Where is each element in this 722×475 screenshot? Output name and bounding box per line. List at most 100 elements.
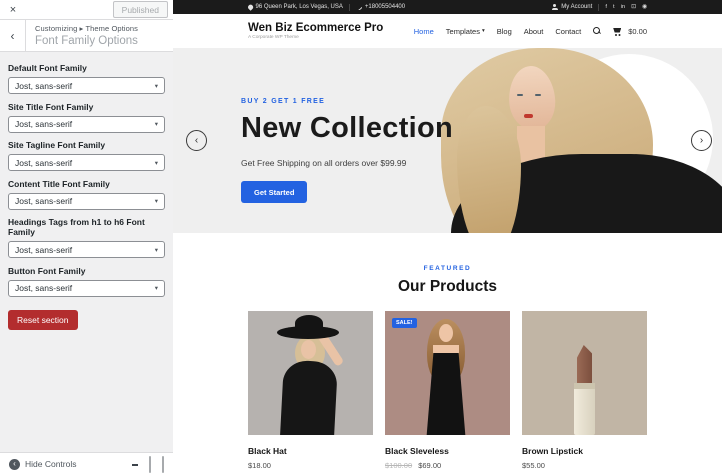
hero-content: BUY 2 GET 1 FREE New Collection Get Free… bbox=[241, 98, 453, 203]
collapse-icon: ‹ bbox=[9, 459, 20, 470]
product-price: $55.00 bbox=[522, 461, 647, 470]
site-branding[interactable]: Wen Biz Ecommerce Pro A Corporate WP The… bbox=[248, 22, 383, 41]
site-title: Wen Biz Ecommerce Pro bbox=[248, 22, 383, 34]
divider bbox=[598, 4, 599, 11]
phone-number[interactable]: +18005504400 bbox=[356, 4, 405, 10]
nav-blog[interactable]: Blog bbox=[497, 27, 512, 36]
chevron-down-icon: ▾ bbox=[155, 246, 158, 254]
nav-templates[interactable]: Templates ▾ bbox=[446, 27, 485, 36]
tablet-icon bbox=[149, 456, 151, 473]
site-preview: 96 Queen Park, Los Vegas, USA +180055044… bbox=[173, 0, 722, 475]
close-customizer-button[interactable]: × bbox=[0, 0, 26, 19]
product-name[interactable]: Black Hat bbox=[248, 446, 373, 456]
nav-contact[interactable]: Contact bbox=[555, 27, 581, 36]
hide-controls-label: Hide Controls bbox=[25, 459, 77, 469]
instagram-icon[interactable]: ⊡ bbox=[631, 4, 636, 10]
control-label: Headings Tags from h1 to h6 Font Family bbox=[8, 217, 165, 237]
product-price: $100.00 $69.00 bbox=[385, 461, 510, 470]
address: 96 Queen Park, Los Vegas, USA bbox=[248, 4, 343, 10]
phone-icon bbox=[355, 3, 363, 11]
search-icon[interactable] bbox=[593, 27, 601, 35]
controls-panel: Default Font Family Jost, sans-serif ▾ S… bbox=[0, 52, 173, 330]
control-button-font: Button Font Family Jost, sans-serif ▾ bbox=[8, 266, 165, 297]
select-value: Jost, sans-serif bbox=[15, 283, 72, 293]
product-name[interactable]: Brown Lipstick bbox=[522, 446, 647, 456]
facebook-icon[interactable]: f bbox=[605, 4, 607, 10]
carousel-next-button[interactable]: › bbox=[691, 130, 712, 151]
control-label: Default Font Family bbox=[8, 63, 165, 73]
cart-icon[interactable] bbox=[613, 27, 622, 35]
site-topbar: 96 Queen Park, Los Vegas, USA +180055044… bbox=[173, 0, 722, 14]
nav-about[interactable]: About bbox=[524, 27, 544, 36]
device-tablet-button[interactable] bbox=[149, 457, 151, 472]
my-account-link[interactable]: My Account bbox=[551, 4, 592, 10]
site-header: Wen Biz Ecommerce Pro A Corporate WP The… bbox=[173, 14, 722, 48]
product-old-price: $100.00 bbox=[385, 461, 412, 470]
cart-total[interactable]: $0.00 bbox=[628, 27, 647, 36]
control-site-title-font: Site Title Font Family Jost, sans-serif … bbox=[8, 102, 165, 133]
site-title-font-select[interactable]: Jost, sans-serif ▾ bbox=[8, 116, 165, 133]
products-section: FEATURED Our Products Black Hat $18.00 bbox=[173, 233, 722, 470]
nav-home[interactable]: Home bbox=[414, 27, 434, 36]
twitter-icon[interactable]: t bbox=[613, 4, 615, 10]
tagline-font-select[interactable]: Jost, sans-serif ▾ bbox=[8, 154, 165, 171]
device-mobile-button[interactable] bbox=[162, 457, 164, 472]
control-content-title-font: Content Title Font Family Jost, sans-ser… bbox=[8, 179, 165, 210]
published-button[interactable]: Published bbox=[113, 1, 168, 18]
carousel-prev-button[interactable]: ‹ bbox=[186, 130, 207, 151]
get-started-button[interactable]: Get Started bbox=[241, 181, 307, 203]
back-button[interactable]: ‹ bbox=[0, 20, 26, 51]
hero-subtitle: Get Free Shipping on all orders over $99… bbox=[241, 158, 453, 168]
chevron-down-icon: ▾ bbox=[155, 120, 158, 128]
headings-font-select[interactable]: Jost, sans-serif ▾ bbox=[8, 241, 165, 258]
control-label: Content Title Font Family bbox=[8, 179, 165, 189]
chevron-down-icon: ▾ bbox=[155, 82, 158, 90]
control-tagline-font: Site Tagline Font Family Jost, sans-seri… bbox=[8, 140, 165, 171]
product-name[interactable]: Black Sleveless bbox=[385, 446, 510, 456]
content-title-font-select[interactable]: Jost, sans-serif ▾ bbox=[8, 193, 165, 210]
product-image bbox=[248, 311, 373, 435]
sale-badge: SALE! bbox=[392, 318, 417, 328]
select-value: Jost, sans-serif bbox=[15, 81, 72, 91]
section-header: ‹ Customizing ▸ Theme Options Font Famil… bbox=[0, 20, 173, 52]
customizer-sidebar: × Published ‹ Customizing ▸ Theme Option… bbox=[0, 0, 173, 475]
select-value: Jost, sans-serif bbox=[15, 119, 72, 129]
product-image: SALE! bbox=[385, 311, 510, 435]
products-eyebrow: FEATURED bbox=[173, 265, 722, 272]
desktop-icon bbox=[132, 464, 138, 466]
select-value: Jost, sans-serif bbox=[15, 196, 72, 206]
device-desktop-button[interactable] bbox=[132, 463, 138, 466]
product-price: $18.00 bbox=[248, 461, 373, 470]
control-label: Button Font Family bbox=[8, 266, 165, 276]
button-font-select[interactable]: Jost, sans-serif ▾ bbox=[8, 280, 165, 297]
customizer-footer: ‹ Hide Controls bbox=[0, 452, 173, 475]
hero-banner: BUY 2 GET 1 FREE New Collection Get Free… bbox=[173, 48, 722, 233]
products-title: Our Products bbox=[173, 278, 722, 296]
chevron-down-icon: ▾ bbox=[482, 28, 485, 34]
products-grid: Black Hat $18.00 SALE! Black Sleveless $… bbox=[248, 311, 647, 470]
mobile-icon bbox=[162, 456, 164, 473]
product-card-black-hat[interactable]: Black Hat $18.00 bbox=[248, 311, 373, 470]
section-header-text: Customizing ▸ Theme Options Font Family … bbox=[26, 20, 147, 51]
hero-eyebrow: BUY 2 GET 1 FREE bbox=[241, 98, 453, 105]
linkedin-icon[interactable]: in bbox=[621, 4, 626, 10]
control-label: Site Title Font Family bbox=[8, 102, 165, 112]
select-value: Jost, sans-serif bbox=[15, 158, 72, 168]
product-card-brown-lipstick[interactable]: Brown Lipstick $55.00 bbox=[522, 311, 647, 470]
location-pin-icon bbox=[247, 4, 253, 10]
control-label: Site Tagline Font Family bbox=[8, 140, 165, 150]
hide-controls-button[interactable]: ‹ Hide Controls bbox=[9, 459, 77, 470]
person-icon bbox=[551, 4, 558, 10]
device-preview-switcher bbox=[132, 457, 164, 472]
product-image bbox=[522, 311, 647, 435]
divider bbox=[349, 4, 350, 11]
panel-title: Font Family Options bbox=[35, 35, 138, 47]
product-card-black-sleveless[interactable]: SALE! Black Sleveless $100.00 $69.00 bbox=[385, 311, 510, 470]
pinterest-icon[interactable]: ◉ bbox=[642, 4, 647, 10]
product-sale-price: $69.00 bbox=[418, 461, 441, 470]
reset-section-button[interactable]: Reset section bbox=[8, 310, 78, 330]
chevron-down-icon: ▾ bbox=[155, 197, 158, 205]
customizer-screen: × Published ‹ Customizing ▸ Theme Option… bbox=[0, 0, 722, 475]
chevron-down-icon: ▾ bbox=[155, 284, 158, 292]
default-font-select[interactable]: Jost, sans-serif ▾ bbox=[8, 77, 165, 94]
